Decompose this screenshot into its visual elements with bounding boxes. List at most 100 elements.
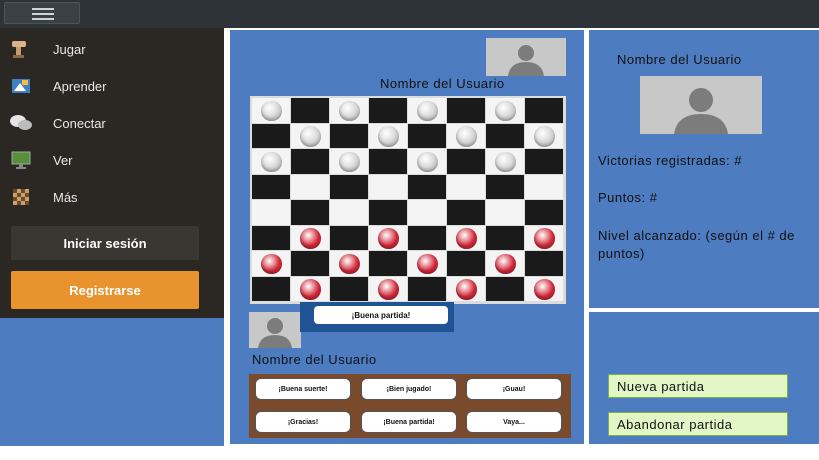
- dark-square[interactable]: [291, 251, 329, 276]
- white-piece[interactable]: [417, 151, 438, 172]
- menu-button[interactable]: [4, 2, 80, 24]
- white-piece[interactable]: [417, 100, 438, 121]
- dark-square[interactable]: [291, 149, 329, 174]
- dark-square[interactable]: [369, 149, 407, 174]
- dark-square[interactable]: [408, 225, 446, 250]
- player-avatar: [249, 312, 301, 348]
- quick-message-button[interactable]: ¡Gracias!: [255, 411, 351, 433]
- dark-square[interactable]: [486, 225, 524, 250]
- white-piece[interactable]: [339, 151, 360, 172]
- board-icon: [8, 186, 34, 208]
- dark-square[interactable]: [330, 276, 368, 301]
- red-piece[interactable]: [339, 253, 360, 274]
- sidebar-item-label: Jugar: [53, 41, 86, 57]
- white-piece[interactable]: [261, 100, 282, 121]
- level-text: Nivel alcanzado: (según el # de puntos): [598, 228, 795, 261]
- login-button[interactable]: Iniciar sesión: [11, 226, 199, 260]
- red-piece[interactable]: [456, 228, 477, 249]
- dark-square[interactable]: [408, 123, 446, 148]
- dark-square[interactable]: [486, 276, 524, 301]
- left-panel: [0, 318, 224, 446]
- white-piece[interactable]: [261, 151, 282, 172]
- quick-message-button[interactable]: Vaya...: [466, 411, 562, 433]
- red-piece[interactable]: [261, 253, 282, 274]
- light-square[interactable]: [369, 174, 407, 199]
- dark-square[interactable]: [369, 200, 407, 225]
- dark-square[interactable]: [291, 98, 329, 123]
- sidebar-item-label: Ver: [53, 152, 73, 168]
- white-piece[interactable]: [339, 100, 360, 121]
- dark-square[interactable]: [369, 98, 407, 123]
- dark-square[interactable]: [291, 200, 329, 225]
- red-piece[interactable]: [378, 279, 399, 300]
- red-piece[interactable]: [378, 228, 399, 249]
- white-piece[interactable]: [300, 126, 321, 147]
- quick-message-button[interactable]: ¡Guau!: [466, 378, 562, 400]
- dark-square[interactable]: [525, 149, 563, 174]
- sidebar-item-mas[interactable]: Más: [8, 182, 218, 212]
- dark-square[interactable]: [447, 251, 485, 276]
- sidebar-item-conectar[interactable]: Conectar: [8, 108, 218, 138]
- sidebar-item-ver[interactable]: Ver: [8, 145, 218, 175]
- dark-square[interactable]: [525, 200, 563, 225]
- quick-message-button[interactable]: ¡Bien jugado!: [361, 378, 457, 400]
- white-piece[interactable]: [495, 100, 516, 121]
- dark-square[interactable]: [252, 123, 290, 148]
- dark-square[interactable]: [330, 225, 368, 250]
- dark-square[interactable]: [525, 98, 563, 123]
- sidebar-item-label: Más: [53, 189, 78, 205]
- dark-square[interactable]: [408, 276, 446, 301]
- red-piece[interactable]: [417, 253, 438, 274]
- dark-square[interactable]: [252, 174, 290, 199]
- red-piece[interactable]: [300, 279, 321, 300]
- sidebar-item-jugar[interactable]: Jugar: [8, 34, 218, 64]
- dark-square[interactable]: [408, 174, 446, 199]
- monitor-icon: [8, 149, 34, 171]
- new-game-button[interactable]: Nueva partida: [608, 374, 788, 398]
- quick-message-button[interactable]: ¡Buena partida!: [361, 411, 457, 433]
- dark-square[interactable]: [252, 276, 290, 301]
- quick-message-button[interactable]: ¡Buena suerte!: [255, 378, 351, 400]
- white-piece[interactable]: [456, 126, 477, 147]
- sidebar-item-label: Conectar: [53, 115, 106, 131]
- red-piece[interactable]: [534, 228, 555, 249]
- dark-square[interactable]: [447, 98, 485, 123]
- checkers-board[interactable]: [250, 96, 566, 304]
- top-bar: [0, 0, 819, 28]
- dark-square[interactable]: [525, 251, 563, 276]
- dark-square[interactable]: [447, 200, 485, 225]
- white-piece[interactable]: [378, 126, 399, 147]
- dark-square[interactable]: [330, 123, 368, 148]
- red-piece[interactable]: [495, 253, 516, 274]
- chat-icon: [8, 112, 34, 134]
- abandon-game-button[interactable]: Abandonar partida: [608, 412, 788, 436]
- user-silhouette-icon: [258, 318, 292, 348]
- red-piece[interactable]: [456, 279, 477, 300]
- dark-square[interactable]: [252, 225, 290, 250]
- dark-square[interactable]: [486, 123, 524, 148]
- light-square[interactable]: [525, 174, 563, 199]
- opponent-name: Nombre del Usuario: [380, 76, 505, 91]
- register-button[interactable]: Registrarse: [11, 271, 199, 309]
- dark-square[interactable]: [486, 174, 524, 199]
- sidebar-item-aprender[interactable]: Aprender: [8, 71, 218, 101]
- dark-square[interactable]: [369, 251, 407, 276]
- dark-square[interactable]: [330, 174, 368, 199]
- light-square[interactable]: [408, 200, 446, 225]
- light-square[interactable]: [447, 174, 485, 199]
- profile-name: Nombre del Usuario: [617, 52, 742, 67]
- light-square[interactable]: [291, 174, 329, 199]
- points-text: Puntos: #: [598, 190, 658, 205]
- light-square[interactable]: [486, 200, 524, 225]
- white-piece[interactable]: [495, 151, 516, 172]
- red-piece[interactable]: [534, 279, 555, 300]
- dark-square[interactable]: [447, 149, 485, 174]
- white-piece[interactable]: [534, 126, 555, 147]
- pawn-icon: [8, 38, 34, 60]
- light-square[interactable]: [252, 200, 290, 225]
- chat-bubble: ¡Buena partida!: [314, 306, 448, 324]
- red-piece[interactable]: [300, 228, 321, 249]
- book-icon: [8, 75, 34, 97]
- light-square[interactable]: [330, 200, 368, 225]
- profile-panel: [589, 30, 819, 308]
